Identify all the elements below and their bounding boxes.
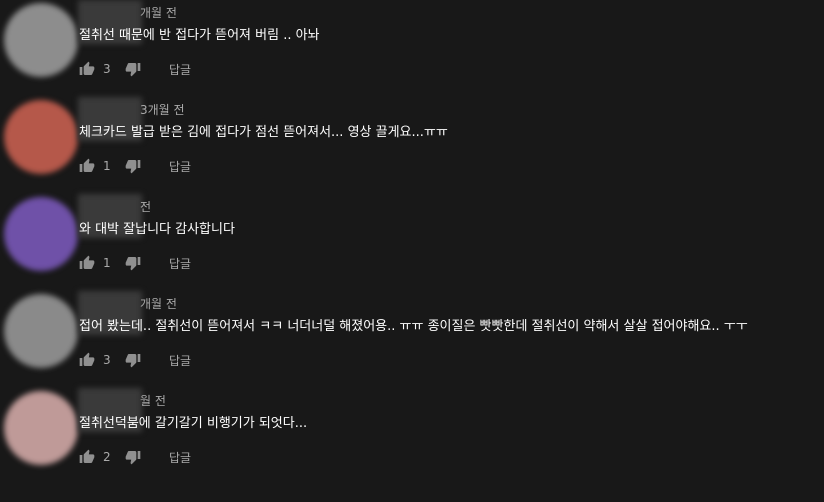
reply-button[interactable]: 답글 xyxy=(169,61,191,78)
comment: 월 전 절취선덕붐에 갈기갈기 비행기가 되엇다... 2 답글 xyxy=(0,388,824,485)
comment-text: 접어 봤는데.. 절취선이 뜯어져서 ㅋㅋ 너더너덜 해졌어용.. ㅠㅠ 종이질… xyxy=(79,319,748,334)
comment-time[interactable]: 3개월 전 xyxy=(140,101,185,118)
like-count: 1 xyxy=(103,256,111,270)
thumbs-down-icon xyxy=(125,449,141,465)
thumbs-down-icon xyxy=(125,255,141,271)
comment-text: 체크카드 발급 받은 김에 접다가 점선 뜯어져서... 영상 끌게요...ㅠㅠ xyxy=(79,125,448,140)
comment-time[interactable]: 전 xyxy=(140,198,151,215)
comment-time[interactable]: 개월 전 xyxy=(140,295,177,312)
comment-actions: 1 답글 xyxy=(79,251,191,275)
comment: 전 와 대박 잘납니다 감사합니다 1 답글 xyxy=(0,194,824,291)
like-count: 2 xyxy=(103,450,111,464)
comment-actions: 3 답글 xyxy=(79,348,191,372)
like-button[interactable] xyxy=(79,449,95,465)
like-button[interactable] xyxy=(79,255,95,271)
thumbs-up-icon xyxy=(79,255,95,271)
comment: 개월 전 접어 봤는데.. 절취선이 뜯어져서 ㅋㅋ 너더너덜 해졌어용.. ㅠ… xyxy=(0,291,824,388)
comment-text: 절취선 때문에 반 접다가 뜯어져 버림 .. 아놔 xyxy=(79,28,320,43)
thumbs-up-icon xyxy=(79,352,95,368)
like-count: 3 xyxy=(103,62,111,76)
like-button[interactable] xyxy=(79,352,95,368)
dislike-button[interactable] xyxy=(125,255,141,271)
dislike-button[interactable] xyxy=(125,449,141,465)
like-count: 3 xyxy=(103,353,111,367)
thumbs-up-icon xyxy=(79,449,95,465)
comment-actions: 3 답글 xyxy=(79,57,191,81)
avatar[interactable] xyxy=(4,100,78,174)
avatar[interactable] xyxy=(4,294,78,368)
dislike-button[interactable] xyxy=(125,352,141,368)
thumbs-up-icon xyxy=(79,61,95,77)
avatar[interactable] xyxy=(4,391,78,465)
comment: 3개월 전 체크카드 발급 받은 김에 접다가 점선 뜯어져서... 영상 끌게… xyxy=(0,97,824,194)
avatar[interactable] xyxy=(4,197,78,271)
reply-button[interactable]: 답글 xyxy=(169,158,191,175)
comment-time[interactable]: 개월 전 xyxy=(140,4,177,21)
comment-text: 절취선덕붐에 갈기갈기 비행기가 되엇다... xyxy=(79,416,308,431)
avatar[interactable] xyxy=(4,3,78,77)
like-button[interactable] xyxy=(79,158,95,174)
comment: 개월 전 절취선 때문에 반 접다가 뜯어져 버림 .. 아놔 3 답글 xyxy=(0,0,824,97)
like-button[interactable] xyxy=(79,61,95,77)
comment-time[interactable]: 월 전 xyxy=(140,392,166,409)
like-count: 1 xyxy=(103,159,111,173)
reply-button[interactable]: 답글 xyxy=(169,255,191,272)
comment-text: 와 대박 잘납니다 감사합니다 xyxy=(79,222,235,237)
thumbs-down-icon xyxy=(125,61,141,77)
comment-actions: 2 답글 xyxy=(79,445,191,469)
reply-button[interactable]: 답글 xyxy=(169,449,191,466)
thumbs-down-icon xyxy=(125,352,141,368)
thumbs-up-icon xyxy=(79,158,95,174)
dislike-button[interactable] xyxy=(125,158,141,174)
comment-actions: 1 답글 xyxy=(79,154,191,178)
dislike-button[interactable] xyxy=(125,61,141,77)
reply-button[interactable]: 답글 xyxy=(169,352,191,369)
thumbs-down-icon xyxy=(125,158,141,174)
